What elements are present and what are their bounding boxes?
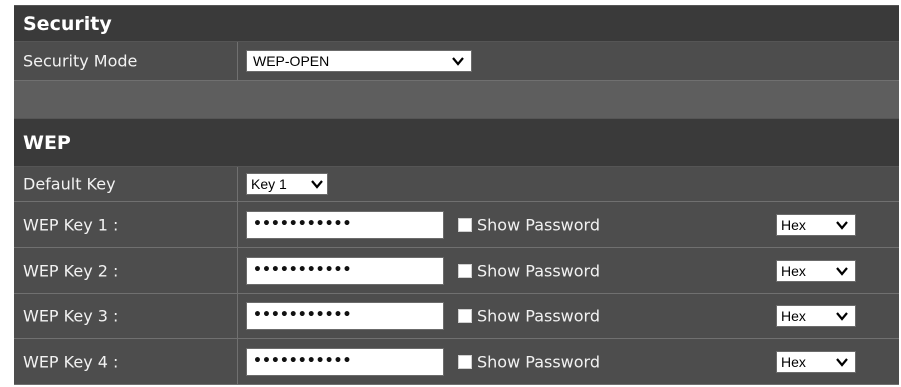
wep-key-1-label-cell: WEP Key 1 : xyxy=(14,202,238,247)
wep-key-4-masked-value: ••••••••••• xyxy=(253,352,352,369)
security-mode-label-cell: Security Mode xyxy=(14,42,238,80)
wep-section-title: WEP xyxy=(23,131,71,154)
wep-key-4-format-select[interactable]: Hex xyxy=(776,350,856,373)
wep-key-4-input[interactable]: ••••••••••• xyxy=(246,347,444,376)
default-key-value-cell: Key 1 xyxy=(238,167,899,201)
wep-key-2-masked-value: ••••••••••• xyxy=(253,261,352,278)
wep-key-3-format-select[interactable]: Hex xyxy=(776,305,856,327)
wep-key-2-input[interactable]: ••••••••••• xyxy=(246,256,444,285)
default-key-label-cell: Default Key xyxy=(14,167,238,201)
wep-key-2-row: WEP Key 2 : ••••••••••• Show Password He… xyxy=(14,248,899,294)
wep-key-1-format-selected: Hex xyxy=(781,216,806,233)
security-mode-selected: WEP-OPEN xyxy=(253,53,330,69)
wep-key-2-format-select[interactable]: Hex xyxy=(776,259,856,282)
wep-key-3-label-cell: WEP Key 3 : xyxy=(14,294,238,338)
wep-key-4-show-password-checkbox[interactable] xyxy=(458,354,472,369)
wep-key-1-show-password-checkbox[interactable] xyxy=(458,217,472,232)
wep-key-3-row: WEP Key 3 : ••••••••••• Show Password He… xyxy=(14,294,899,339)
chevron-down-icon xyxy=(452,57,464,66)
chevron-down-icon xyxy=(836,220,848,230)
security-mode-label: Security Mode xyxy=(23,51,138,71)
wep-key-4-format-selected: Hex xyxy=(781,353,806,370)
wep-key-3-format-selected: Hex xyxy=(781,308,806,324)
wep-key-2-show-password-checkbox[interactable] xyxy=(458,263,472,278)
wep-key-1-input[interactable]: ••••••••••• xyxy=(246,210,444,239)
security-mode-value-cell: WEP-OPEN xyxy=(238,42,899,80)
security-mode-row: Security Mode WEP-OPEN xyxy=(14,42,899,81)
default-key-selected: Key 1 xyxy=(251,176,287,192)
wep-key-2-show-password-label[interactable]: Show Password xyxy=(477,261,600,280)
wep-key-1-label: WEP Key 1 : xyxy=(23,215,119,234)
wep-key-3-show-password-label[interactable]: Show Password xyxy=(477,307,600,326)
chevron-down-icon xyxy=(836,312,848,321)
wep-key-4-label-cell: WEP Key 4 : xyxy=(14,339,238,384)
security-section-title: Security xyxy=(23,12,112,35)
wep-key-3-show-password-checkbox[interactable] xyxy=(458,309,472,323)
wep-key-4-value-cell: ••••••••••• Show Password Hex xyxy=(238,339,899,384)
section-spacer xyxy=(14,81,899,118)
wep-key-1-format-select[interactable]: Hex xyxy=(776,213,856,236)
security-section-header: Security xyxy=(14,5,899,42)
wep-key-1-value-cell: ••••••••••• Show Password Hex xyxy=(238,202,899,247)
default-key-label: Default Key xyxy=(23,174,116,194)
wireless-security-panel: Security Security Mode WEP-OPEN WEP Defa… xyxy=(14,5,899,385)
wep-key-2-format-selected: Hex xyxy=(781,262,806,279)
wep-key-4-show-password-label[interactable]: Show Password xyxy=(477,352,600,371)
default-key-row: Default Key Key 1 xyxy=(14,167,899,202)
wep-key-2-label-cell: WEP Key 2 : xyxy=(14,248,238,293)
wep-key-1-masked-value: ••••••••••• xyxy=(253,215,352,232)
security-mode-select[interactable]: WEP-OPEN xyxy=(246,50,472,72)
wep-key-1-show-password-label[interactable]: Show Password xyxy=(477,215,600,234)
wep-key-2-value-cell: ••••••••••• Show Password Hex xyxy=(238,248,899,293)
wep-key-3-value-cell: ••••••••••• Show Password Hex xyxy=(238,294,899,338)
chevron-down-icon xyxy=(836,266,848,276)
chevron-down-icon xyxy=(836,357,848,367)
wep-key-3-input[interactable]: ••••••••••• xyxy=(246,302,444,330)
wep-key-3-masked-value: ••••••••••• xyxy=(253,307,352,323)
wep-key-2-label: WEP Key 2 : xyxy=(23,261,119,280)
wep-section-header: WEP xyxy=(14,118,899,167)
chevron-down-icon xyxy=(311,180,323,189)
wep-key-4-label: WEP Key 4 : xyxy=(23,352,119,371)
wep-key-4-row: WEP Key 4 : ••••••••••• Show Password He… xyxy=(14,339,899,385)
wep-key-1-row: WEP Key 1 : ••••••••••• Show Password He… xyxy=(14,202,899,248)
wep-key-3-label: WEP Key 3 : xyxy=(23,306,119,326)
default-key-select[interactable]: Key 1 xyxy=(246,173,328,195)
